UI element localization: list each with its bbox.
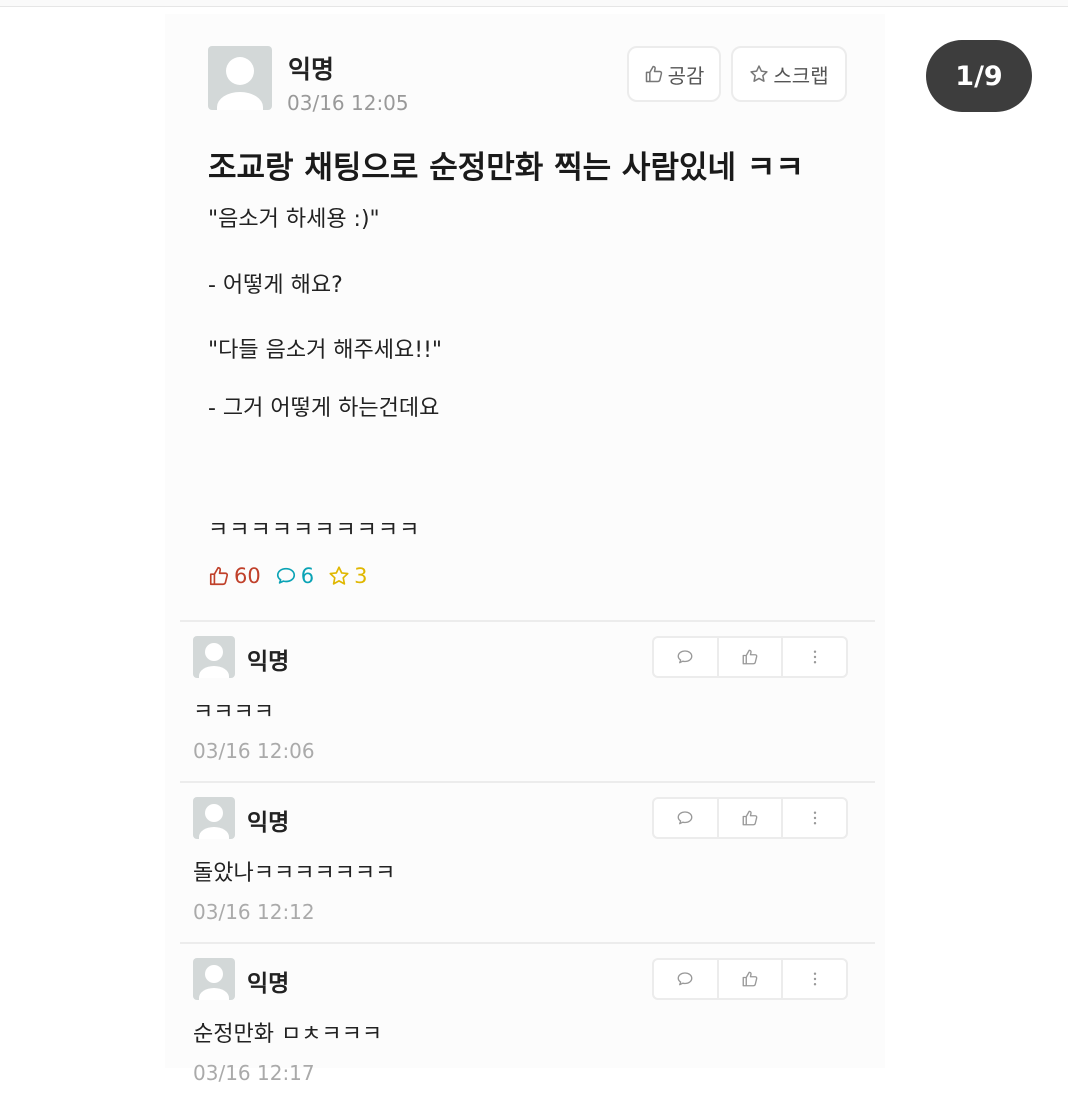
comment-text: 돌았나ㅋㅋㅋㅋㅋㅋㅋ (193, 861, 396, 886)
speech-bubble-icon (677, 972, 693, 986)
reply-button[interactable] (654, 638, 719, 676)
thumbs-up-icon (742, 649, 758, 665)
thumbs-up-icon (742, 971, 758, 987)
comment-more-button[interactable] (783, 799, 846, 837)
comment-text: ㅋㅋㅋㅋ (193, 700, 274, 725)
speech-bubble-icon (276, 567, 295, 584)
post-body-line: ㅋㅋㅋㅋㅋㅋㅋㅋㅋㅋ (208, 518, 421, 543)
comment-like-button[interactable] (719, 638, 784, 676)
post-title: 조교랑 채팅으로 순정만화 찍는 사람있네 ㅋㅋ (208, 150, 804, 186)
comment-actions (652, 958, 848, 1000)
post-timestamp: 03/16 12:05 (287, 91, 409, 115)
comment-author-name: 익명 (247, 810, 290, 836)
comment-timestamp: 03/16 12:06 (193, 739, 315, 763)
comment-like-button[interactable] (719, 799, 784, 837)
star-icon (749, 64, 769, 84)
comment-author-avatar (193, 797, 235, 839)
scrap-button-label: 스크랩 (773, 63, 829, 88)
post-body-line: "음소거 하세용 :)" (208, 207, 380, 232)
post-card: 익명 03/16 12:05 공감 스크랩 조교랑 채팅으로 순정만화 찍는 사… (165, 14, 885, 1085)
star-icon (329, 566, 349, 585)
comment-author-avatar (193, 958, 235, 1000)
comment-item: 익명 순정만화 ㅁㅊㅋㅋㅋ 03/16 12:17 (180, 942, 875, 1103)
comment-list: 익명 ㅋㅋㅋㅋ 03/16 12:06 익명 돌았나ㅋㅋㅋㅋㅋㅋㅋ 03/16 … (180, 620, 875, 1103)
comment-actions (652, 636, 848, 678)
comment-count: 6 (275, 564, 314, 588)
more-vertical-icon (813, 972, 816, 986)
comment-like-button[interactable] (719, 960, 784, 998)
comment-more-button[interactable] (783, 960, 846, 998)
comment-author-name: 익명 (247, 971, 290, 997)
comment-text: 순정만화 ㅁㅊㅋㅋㅋ (193, 1022, 383, 1047)
like-button[interactable]: 공감 (627, 46, 721, 102)
comment-item: 익명 ㅋㅋㅋㅋ 03/16 12:06 (180, 620, 875, 781)
reply-button[interactable] (654, 799, 719, 837)
comment-timestamp: 03/16 12:12 (193, 900, 315, 924)
more-vertical-icon (813, 650, 816, 664)
post-stats: 60 6 3 (208, 564, 381, 588)
thumbs-up-icon (644, 64, 664, 84)
scrap-count: 3 (328, 564, 367, 588)
speech-bubble-icon (677, 650, 693, 664)
page-indicator-badge: 1/9 (926, 40, 1032, 112)
speech-bubble-icon (677, 811, 693, 825)
thumbs-up-icon (742, 810, 758, 826)
post-body-line: - 그거 어떻게 하는건데요 (208, 396, 440, 421)
comment-actions (652, 797, 848, 839)
comment-author-name: 익명 (247, 649, 290, 675)
scrap-button[interactable]: 스크랩 (731, 46, 847, 102)
comment-more-button[interactable] (783, 638, 846, 676)
post-body-line: - 어떻게 해요? (208, 273, 343, 298)
more-vertical-icon (813, 811, 816, 825)
reply-button[interactable] (654, 960, 719, 998)
comment-timestamp: 03/16 12:17 (193, 1061, 315, 1085)
like-count: 60 (208, 564, 261, 588)
comment-item: 익명 돌았나ㅋㅋㅋㅋㅋㅋㅋ 03/16 12:12 (180, 781, 875, 942)
post-body-line: "다들 음소거 해주세요!!" (208, 338, 443, 363)
like-button-label: 공감 (667, 63, 705, 88)
comment-author-avatar (193, 636, 235, 678)
top-divider (0, 0, 1068, 7)
post-author-avatar (208, 46, 272, 110)
post-author-name: 익명 (288, 55, 335, 84)
thumbs-up-icon (209, 566, 229, 586)
